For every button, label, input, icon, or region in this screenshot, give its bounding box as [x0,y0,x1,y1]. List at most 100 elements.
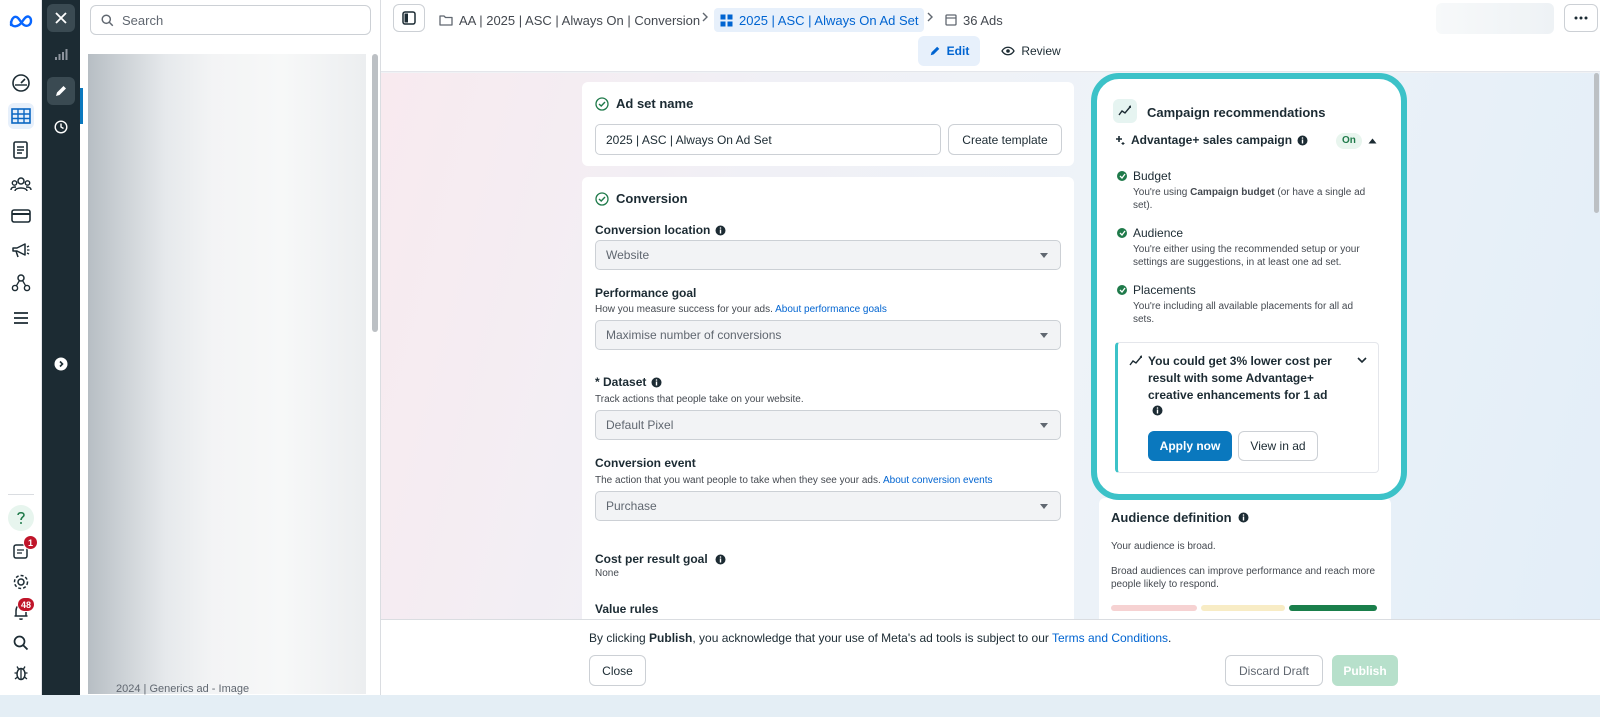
editor-content-area: Ad set name 2025 | ASC | Always On Ad Se… [381,73,1600,619]
performance-goal-value: Maximise number of conversions [606,328,782,342]
notifications-count-badge: 48 [17,597,36,612]
advantage-campaign-label: Advantage+ sales campaign [1131,133,1293,147]
report-bug-icon[interactable] [8,660,34,686]
info-icon [1152,405,1163,416]
publish-notice: By clicking Publish, you acknowledge tha… [589,631,1171,645]
rail-divider [8,494,34,495]
notice-mid: , you acknowledge that your use of Meta'… [692,631,1052,645]
ad-set-name-card: Ad set name 2025 | ASC | Always On Ad Se… [582,82,1074,166]
page-footer-strip [0,695,1600,717]
editor-tool-strip [42,0,80,695]
dropdown-caret-icon [1040,423,1048,428]
performance-chart-icon[interactable] [47,40,75,68]
publish-bottom-bar: By clicking Publish, you acknowledge tha… [381,619,1600,695]
breadcrumb-ads-label: 36 Ads [963,12,1003,28]
toggle-panel-button[interactable] [393,4,425,32]
info-icon [651,377,662,387]
recommendation-placements: Placements You're including all availabl… [1117,283,1369,326]
suggestion-text: You could get 3% lower cost per result w… [1148,354,1332,402]
pages-icon[interactable] [8,137,34,163]
tab-review[interactable]: Review [995,36,1067,66]
dashboard-gauge-icon[interactable] [8,70,34,96]
conversion-event-value: Purchase [606,499,657,513]
breadcrumb-ad-set[interactable]: 2025 | ASC | Always On Ad Set [714,8,925,32]
business-settings-network-icon[interactable] [8,270,34,296]
advantage-campaign-row[interactable]: Advantage+ sales campaign [1115,133,1308,147]
placements-title: Placements [1133,283,1196,297]
breadcrumb-campaign[interactable]: AA | 2025 | ASC | Always On | Conversion [439,8,700,32]
campaign-navigation-panel: 2024 | Generics ad - Image [80,0,381,695]
tree-list-item-label[interactable]: 2024 | Generics ad - Image [116,683,249,695]
close-editor-icon[interactable] [47,4,75,32]
breadcrumb-ad-set-label: 2025 | ASC | Always On Ad Set [739,12,919,28]
dropdown-caret-icon [1040,333,1048,338]
terms-and-conditions-link[interactable]: Terms and Conditions [1052,631,1168,645]
creative-enhancement-suggestion: You could get 3% lower cost per result w… [1115,342,1379,473]
megaphone-campaigns-icon[interactable] [8,237,34,263]
navigation-scrollbar[interactable] [372,54,378,332]
ads-manager-table-icon[interactable] [8,103,34,129]
expand-panel-chevron-icon[interactable] [47,350,75,378]
info-icon [715,554,726,564]
audiences-icon[interactable] [8,171,34,197]
advantage-status-badge: On [1336,133,1362,149]
content-scrollbar[interactable] [1594,73,1599,213]
conversion-event-label: Conversion event [595,456,696,470]
edit-pencil-icon [930,46,939,56]
eye-review-icon [1001,46,1016,56]
ad-set-name-input[interactable]: 2025 | ASC | Always On Ad Set [595,124,941,155]
conversion-event-select[interactable]: Purchase [595,491,1061,521]
breadcrumb-separator-icon [702,12,708,22]
edit-pencil-icon[interactable] [47,77,75,105]
view-in-ad-button[interactable]: View in ad [1238,431,1318,461]
search-icon[interactable] [8,630,34,656]
info-icon [1297,135,1308,145]
sidebar-toggle-icon [402,11,416,25]
apply-now-button[interactable]: Apply now [1148,431,1232,461]
about-performance-goals-link[interactable]: About performance goals [775,304,887,315]
ad-page-icon [945,14,957,26]
conversion-location-value: Website [606,248,650,262]
breadcrumb-ads[interactable]: 36 Ads [945,8,1003,32]
dataset-select[interactable]: Default Pixel [595,410,1061,440]
navigation-search-box[interactable] [90,5,371,35]
help-question-icon[interactable] [8,505,34,531]
tab-edit[interactable]: Edit [918,36,980,66]
recommendation-sparkline-icon [1129,355,1142,366]
recommendation-budget: Budget You're using Campaign budget (or … [1117,169,1369,212]
conversion-location-select[interactable]: Website [595,240,1061,270]
performance-goal-label: Performance goal [595,286,697,300]
selected-item-indicator [80,88,83,124]
more-options-button[interactable] [1564,4,1598,32]
audience-definition-card: Audience definition Your audience is bro… [1099,498,1391,619]
dataset-desc: Track actions that people take on your w… [595,394,804,405]
tab-review-label: Review [1021,44,1061,58]
about-conversion-events-link[interactable]: About conversion events [883,475,993,486]
settings-gear-icon[interactable] [8,569,34,595]
more-options-ellipsis-icon [1574,16,1588,20]
success-check-icon [1117,171,1127,181]
campaign-recommendations-card: Campaign recommendations Advantage+ sale… [1091,73,1407,500]
search-input[interactable] [122,12,362,28]
notice-publish-bold: Publish [649,631,693,645]
budget-desc-pre: You're using [1133,187,1191,198]
discard-draft-button[interactable]: Discard Draft [1225,655,1323,686]
publish-button-disabled[interactable]: Publish [1332,655,1398,686]
completed-check-icon [595,191,609,206]
conversion-location-label: Conversion location [595,223,711,237]
meta-logo-icon[interactable] [8,8,34,34]
conversion-card: Conversion Conversion location Website P… [582,177,1074,619]
dataset-label: * Dataset [595,375,647,389]
all-tools-menu-icon[interactable] [8,305,34,331]
close-button[interactable]: Close [589,655,646,686]
dropdown-caret-icon [1040,504,1048,509]
expand-chevron-down-icon [1357,357,1367,364]
obscured-account-control[interactable] [1436,3,1554,34]
collapse-chevron-up-icon [1368,138,1377,144]
performance-goal-select[interactable]: Maximise number of conversions [595,320,1061,350]
history-clock-icon[interactable] [47,113,75,141]
campaign-tree-list-obscured[interactable] [88,54,366,694]
create-template-button[interactable]: Create template [948,124,1062,155]
success-check-icon [1117,285,1127,295]
billing-card-icon[interactable] [8,203,34,229]
